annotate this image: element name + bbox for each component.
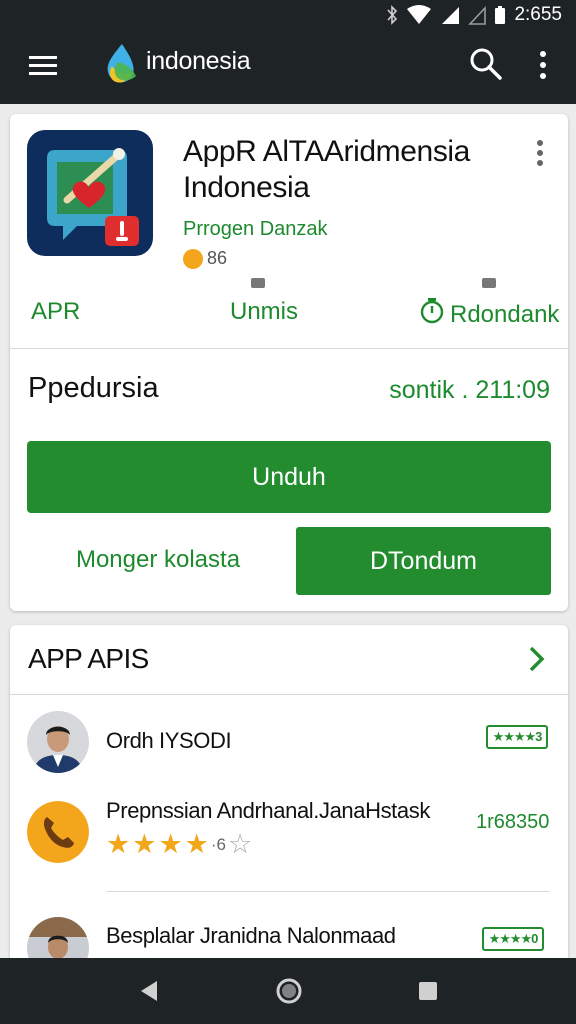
list-item-title: Ordh IYSODI xyxy=(106,728,232,753)
open-button[interactable]: DTondum xyxy=(296,527,551,595)
star-half-icon: ★ xyxy=(184,829,209,859)
list-item-title: Prepnssian Andrhanal.JanaHstask xyxy=(106,798,430,823)
divider xyxy=(106,891,550,892)
star-icon: ★ xyxy=(158,829,183,859)
recents-icon[interactable] xyxy=(418,981,438,1001)
search-icon[interactable] xyxy=(468,46,504,82)
app-detail-card: AppR AlTAAridmensia Indonesia Prrogen Da… xyxy=(10,114,568,611)
stat-apr-label: APR xyxy=(31,298,81,325)
star-icon: ★ xyxy=(106,829,131,859)
rating-summary: 86 xyxy=(183,248,227,269)
brand-logo-icon xyxy=(102,42,144,86)
star-icon: ★ xyxy=(132,829,157,859)
download-button[interactable]: Unduh xyxy=(27,441,551,513)
divider xyxy=(10,348,568,349)
phone-icon xyxy=(27,801,89,863)
date-label: sontik . 211:09 xyxy=(389,376,550,404)
list-item-title: Besplalar Jranidna Nalonmaad xyxy=(106,923,396,948)
bluetooth-icon xyxy=(386,5,398,25)
battery-icon xyxy=(494,5,506,25)
app-overflow-icon[interactable] xyxy=(530,136,550,170)
star-empty-icon: ☆ xyxy=(228,829,253,859)
rating-badge: ★★★★0 xyxy=(482,927,544,951)
app-title-line2: Indonesia xyxy=(183,171,310,204)
secondary-text-button[interactable]: Monger kolasta xyxy=(27,526,289,594)
stat-rdondank: Rdondank xyxy=(420,298,559,331)
rating-text: ·6 xyxy=(210,834,226,854)
star-rating: ★ ★ ★ ★ ·6 ☆ xyxy=(106,831,252,858)
status-icons: 2:655 xyxy=(386,4,562,26)
home-icon[interactable] xyxy=(275,977,303,1005)
app-title: AppR AlTAAridmensia xyxy=(183,135,470,168)
avatar xyxy=(27,711,89,773)
timer-icon xyxy=(420,298,444,331)
divider xyxy=(10,694,568,695)
back-icon[interactable] xyxy=(139,980,159,1002)
app-list-card: APP APIS Ordh IYSODI ★★★★3 Prepnssian An… xyxy=(10,625,568,985)
rating-count: 86 xyxy=(207,248,228,268)
signal-icon xyxy=(440,5,460,25)
stat-marker-icon xyxy=(482,278,496,288)
status-time: 2:655 xyxy=(514,4,562,25)
menu-icon[interactable] xyxy=(26,52,60,80)
wifi-icon xyxy=(406,5,432,25)
app-icon xyxy=(27,130,153,256)
app-bar: indonesia xyxy=(0,30,576,104)
stat-unmis: Unmis xyxy=(230,298,298,326)
developer-link[interactable]: Prrogen Danzak xyxy=(183,218,328,241)
signal-secondary-icon xyxy=(468,5,487,25)
stat-unmis-label: Unmis xyxy=(230,298,299,325)
coin-icon xyxy=(183,248,203,269)
more-vert-icon[interactable] xyxy=(532,48,554,82)
download-count: 1r68350 xyxy=(476,811,550,833)
stat-rdondank-label: Rdondank xyxy=(450,300,560,328)
section-label: Ppedursia xyxy=(28,372,159,404)
brand-name: indonesia xyxy=(146,47,251,75)
chevron-right-icon[interactable] xyxy=(526,645,548,673)
status-bar: 2:655 xyxy=(0,0,576,30)
stat-marker-icon xyxy=(251,278,265,288)
stat-apr: APR xyxy=(31,298,80,326)
list-header: APP APIS xyxy=(28,643,149,674)
rating-badge: ★★★★3 xyxy=(486,725,548,749)
navigation-bar xyxy=(0,958,576,1024)
